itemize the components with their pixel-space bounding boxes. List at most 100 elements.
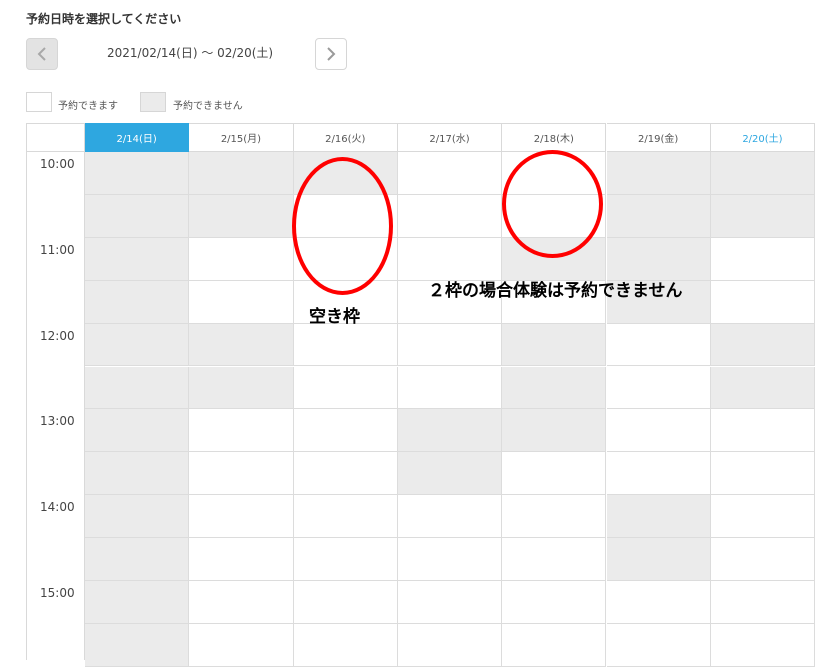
available-time-slot[interactable] bbox=[710, 409, 816, 453]
unavailable-time-slot bbox=[397, 452, 503, 496]
unavailable-time-slot bbox=[85, 409, 190, 453]
time-label: 11:00 bbox=[40, 242, 75, 257]
available-time-slot[interactable] bbox=[189, 623, 294, 667]
unavailable-time-slot bbox=[502, 366, 607, 410]
unavailable-time-slot bbox=[85, 366, 190, 410]
available-time-slot[interactable] bbox=[502, 581, 607, 624]
available-time-slot[interactable] bbox=[189, 409, 294, 453]
unavailable-time-slot bbox=[189, 366, 294, 410]
day-header: 2/14(日) bbox=[85, 123, 190, 152]
available-time-slot[interactable] bbox=[502, 152, 607, 195]
unavailable-time-slot bbox=[502, 409, 607, 453]
available-time-slot[interactable] bbox=[606, 623, 711, 667]
unavailable-time-slot bbox=[85, 452, 190, 496]
available-time-slot[interactable] bbox=[397, 366, 503, 410]
unavailable-time-slot bbox=[189, 323, 294, 367]
unavailable-time-slot bbox=[85, 152, 190, 195]
unavailable-time-slot bbox=[85, 194, 190, 238]
unavailable-time-slot bbox=[85, 623, 190, 667]
available-time-slot[interactable] bbox=[397, 323, 503, 367]
available-time-slot[interactable] bbox=[293, 323, 398, 367]
unavailable-time-slot bbox=[397, 409, 503, 453]
unavailable-time-slot bbox=[189, 194, 294, 238]
available-time-slot[interactable] bbox=[189, 538, 294, 581]
available-time-slot[interactable] bbox=[397, 194, 503, 238]
available-time-slot[interactable] bbox=[397, 237, 503, 281]
available-time-slot[interactable] bbox=[189, 581, 294, 624]
available-time-slot[interactable] bbox=[397, 495, 503, 539]
unavailable-time-slot bbox=[710, 366, 816, 410]
chevron-left-icon bbox=[37, 47, 46, 61]
available-time-slot[interactable] bbox=[606, 581, 711, 624]
available-time-slot[interactable] bbox=[502, 538, 607, 581]
day-header: 2/15(月) bbox=[189, 123, 294, 152]
available-time-slot[interactable] bbox=[397, 538, 503, 581]
header-corner bbox=[26, 123, 85, 152]
available-time-slot[interactable] bbox=[293, 538, 398, 581]
unavailable-time-slot bbox=[606, 495, 711, 539]
day-header: 2/19(金) bbox=[606, 123, 711, 152]
legend-available-swatch bbox=[26, 92, 52, 112]
available-time-slot[interactable] bbox=[293, 194, 398, 238]
available-time-slot[interactable] bbox=[502, 495, 607, 539]
available-time-slot[interactable] bbox=[293, 366, 398, 410]
legend-unavailable-label: 予約できません bbox=[173, 101, 243, 112]
time-label: 10:00 bbox=[40, 157, 75, 171]
available-time-slot[interactable] bbox=[189, 237, 294, 281]
unavailable-time-slot bbox=[710, 152, 816, 195]
available-time-slot[interactable] bbox=[606, 452, 711, 496]
time-label: 14:00 bbox=[40, 500, 75, 515]
available-time-slot[interactable] bbox=[189, 452, 294, 496]
available-time-slot[interactable] bbox=[502, 452, 607, 496]
day-header: 2/16(火) bbox=[293, 123, 398, 152]
available-time-slot[interactable] bbox=[710, 623, 816, 667]
free-slot-annotation: 空き枠 bbox=[309, 307, 360, 327]
available-time-slot[interactable] bbox=[293, 623, 398, 667]
date-range-text: 2021/02/14(日) ～ 02/20(土) bbox=[107, 46, 274, 60]
available-time-slot[interactable] bbox=[606, 409, 711, 453]
available-time-slot[interactable] bbox=[397, 623, 503, 667]
available-time-slot[interactable] bbox=[293, 581, 398, 624]
next-week-button[interactable] bbox=[315, 38, 347, 70]
unavailable-time-slot bbox=[606, 194, 711, 238]
available-time-slot[interactable] bbox=[710, 538, 816, 581]
available-time-slot[interactable] bbox=[606, 366, 711, 410]
unavailable-time-slot bbox=[85, 237, 190, 281]
unavailable-time-slot bbox=[606, 237, 711, 281]
available-time-slot[interactable] bbox=[710, 237, 816, 281]
previous-week-button[interactable] bbox=[26, 38, 58, 70]
time-label: 13:00 bbox=[40, 414, 75, 429]
available-time-slot[interactable] bbox=[710, 452, 816, 496]
unavailable-time-slot bbox=[502, 237, 607, 281]
available-time-slot[interactable] bbox=[710, 495, 816, 539]
available-time-slot[interactable] bbox=[710, 280, 816, 324]
legend-unavailable-swatch bbox=[140, 92, 166, 112]
unavailable-time-slot bbox=[710, 323, 816, 367]
available-time-slot[interactable] bbox=[293, 452, 398, 496]
time-label: 12:00 bbox=[40, 328, 75, 343]
unavailable-time-slot bbox=[606, 538, 711, 581]
unavailable-time-slot bbox=[85, 581, 190, 624]
time-label: 15:00 bbox=[40, 586, 75, 600]
available-time-slot[interactable] bbox=[606, 323, 711, 367]
available-time-slot[interactable] bbox=[502, 194, 607, 238]
page-title: 予約日時を選択してください bbox=[26, 12, 182, 26]
unavailable-time-slot bbox=[85, 538, 190, 581]
available-time-slot[interactable] bbox=[710, 581, 816, 624]
available-time-slot[interactable] bbox=[189, 495, 294, 539]
legend-available-label: 予約できます bbox=[58, 101, 118, 112]
chevron-right-icon bbox=[327, 47, 336, 61]
available-time-slot[interactable] bbox=[293, 495, 398, 539]
available-time-slot[interactable] bbox=[397, 152, 503, 195]
available-time-slot[interactable] bbox=[293, 409, 398, 453]
available-time-slot[interactable] bbox=[502, 623, 607, 667]
day-header: 2/18(木) bbox=[502, 123, 607, 152]
unavailable-time-slot bbox=[710, 194, 816, 238]
available-time-slot[interactable] bbox=[293, 237, 398, 281]
available-time-slot[interactable] bbox=[189, 280, 294, 324]
unavailable-time-slot bbox=[502, 323, 607, 367]
unavailable-time-slot bbox=[85, 495, 190, 539]
unavailable-time-slot bbox=[606, 152, 711, 195]
available-time-slot[interactable] bbox=[397, 581, 503, 624]
day-header: 2/17(水) bbox=[397, 123, 503, 152]
